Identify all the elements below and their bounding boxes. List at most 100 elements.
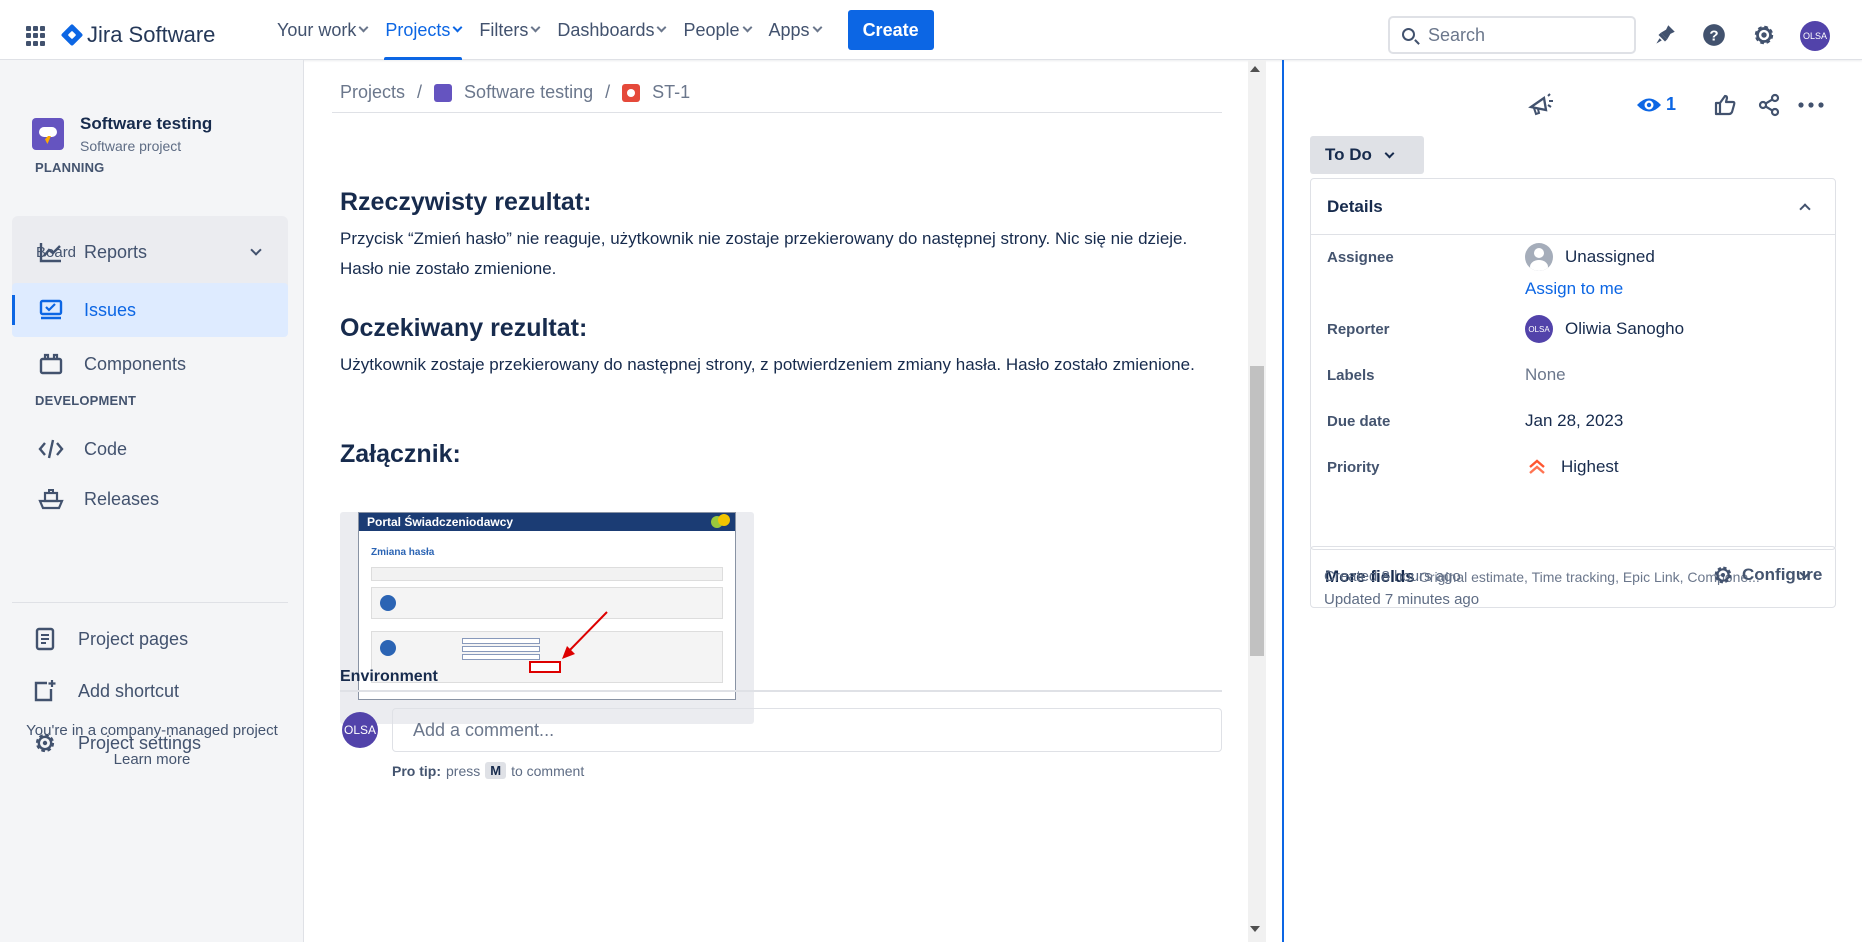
screenshot-tabs — [371, 567, 723, 581]
configure-button[interactable]: Configure — [1712, 564, 1822, 586]
sidebar-item-issues[interactable]: Issues — [12, 283, 288, 337]
attachment-heading: Załącznik: — [340, 440, 461, 468]
labels-field[interactable]: None — [1525, 365, 1566, 385]
scrollbar-thumb[interactable] — [1250, 366, 1264, 656]
screenshot-change-password-button — [529, 661, 561, 673]
sidebar-item-label: Components — [84, 353, 187, 374]
scroll-up-arrow-icon[interactable] — [1250, 66, 1260, 72]
divider — [332, 112, 1222, 113]
divider — [340, 690, 1222, 692]
company-managed-note: You're in a company-managed project — [26, 722, 278, 739]
nav-label: Dashboards — [557, 19, 655, 40]
search-icon — [1402, 28, 1415, 41]
sidebar-item-reports[interactable]: Reports — [12, 225, 288, 279]
assignee-field[interactable]: Unassigned — [1525, 243, 1655, 271]
screenshot-panel — [371, 587, 723, 619]
notifications-icon[interactable] — [1652, 22, 1678, 48]
settings-icon[interactable] — [1751, 22, 1777, 48]
sidebar-item-project-pages[interactable]: Project pages — [12, 612, 288, 666]
expected-result-heading: Oczekiwany rezultat: — [340, 314, 588, 342]
sidebar-divider — [12, 602, 288, 603]
nav-label: Your work — [277, 19, 357, 40]
issues-icon — [38, 297, 64, 323]
attachment-thumbnail[interactable]: Portal Świadczeniodawcy Zmiana hasła — [340, 512, 754, 724]
watch-eye-icon[interactable] — [1634, 90, 1664, 120]
breadcrumb-separator: / — [605, 82, 611, 102]
megaphone-icon[interactable] — [1526, 90, 1556, 120]
screenshot-user-icon — [380, 595, 396, 611]
configure-label: Configure — [1742, 565, 1823, 584]
breadcrumb: Projects / Software testing / ST-1 — [340, 82, 690, 103]
nav-filters[interactable]: Filters — [470, 0, 548, 60]
comment-avatar: OLSA — [342, 712, 378, 748]
learn-more-link[interactable]: Learn more — [0, 751, 304, 768]
code-icon — [38, 436, 64, 462]
chevron-down-icon — [657, 22, 667, 33]
sidebar-item-code[interactable]: Code — [12, 422, 288, 476]
issue-content: Projects / Software testing / ST-1 Rzecz… — [304, 60, 1266, 942]
nav-menu: Your work Projects Filters Dashboards Pe… — [268, 0, 934, 60]
sidebar-item-label: Releases — [84, 488, 160, 509]
sidebar-item-components[interactable]: Components — [12, 337, 288, 391]
expected-result-text: Użytkownik zostaje przekierowany do nast… — [340, 355, 1195, 374]
project-name: Software testing — [80, 114, 213, 133]
created-timestamp: Created 8 hours ago — [1324, 568, 1461, 585]
chevron-up-icon[interactable] — [1799, 203, 1811, 215]
jira-logo[interactable]: Jira Software — [60, 22, 215, 48]
chevron-down-icon — [452, 22, 463, 33]
breadcrumb-separator: / — [417, 82, 423, 102]
priority-highest-icon — [1525, 455, 1549, 479]
top-navigation: Jira Software Your work Projects Filters… — [0, 0, 1862, 60]
reporter-avatar: OLSA — [1525, 315, 1553, 343]
status-dropdown[interactable]: To Do — [1310, 136, 1424, 174]
unassigned-avatar-icon — [1525, 243, 1553, 271]
priority-field[interactable]: Highest — [1525, 455, 1619, 479]
app-switcher-icon[interactable] — [26, 26, 46, 46]
issue-details-panel: 1 To Do Details Assignee Unassigned Assi… — [1284, 60, 1862, 942]
share-icon[interactable] — [1754, 90, 1784, 120]
assign-to-me-link[interactable]: Assign to me — [1525, 279, 1623, 299]
like-icon[interactable] — [1710, 90, 1740, 120]
screenshot-header-text: Portal Świadczeniodawcy — [367, 515, 514, 529]
red-arrow-icon — [562, 611, 608, 659]
breadcrumb-projects[interactable]: Projects — [340, 82, 405, 103]
nav-dashboards[interactable]: Dashboards — [548, 0, 674, 60]
search-input[interactable]: Search — [1388, 16, 1636, 54]
actual-result-heading: Rzeczywisty rezultat: — [340, 188, 592, 216]
more-actions-icon[interactable] — [1796, 90, 1826, 120]
sidebar-item-label: Project pages — [78, 628, 189, 649]
reports-icon — [38, 239, 64, 265]
breadcrumb-project[interactable]: Software testing — [464, 82, 593, 103]
details-title: Details — [1327, 197, 1383, 216]
user-avatar[interactable]: OLSA — [1800, 21, 1830, 51]
nav-your-work[interactable]: Your work — [268, 0, 376, 60]
sidebar-item-releases[interactable]: Releases — [12, 472, 288, 526]
sidebar-item-add-shortcut[interactable]: Add shortcut — [12, 664, 288, 718]
nav-people[interactable]: People — [674, 0, 759, 60]
project-avatar-icon — [434, 83, 453, 102]
shortcut-key: M — [485, 762, 507, 779]
help-icon[interactable]: ? — [1701, 22, 1727, 48]
add-shortcut-icon — [32, 678, 58, 704]
project-type: Software project — [80, 138, 182, 154]
assignee-label: Assignee — [1327, 249, 1394, 266]
scroll-down-arrow-icon[interactable] — [1250, 926, 1260, 932]
search-placeholder: Search — [1428, 24, 1486, 45]
details-header[interactable]: Details — [1311, 179, 1835, 235]
portal-logo-icon — [711, 514, 730, 528]
due-date-label: Due date — [1327, 413, 1391, 430]
create-button[interactable]: Create — [847, 10, 934, 50]
nav-apps[interactable]: Apps — [760, 0, 830, 60]
comment-input[interactable]: Add a comment... — [392, 708, 1222, 752]
project-header[interactable]: Software testing Software project — [32, 114, 212, 154]
nav-projects[interactable]: Projects — [376, 0, 470, 60]
pro-tip-rest: to comment — [511, 762, 585, 779]
screenshot-title: Zmiana hasła — [371, 547, 435, 558]
breadcrumb-issue-key[interactable]: ST-1 — [652, 82, 690, 103]
sidebar-item-label: Code — [84, 438, 128, 459]
components-icon — [38, 351, 64, 377]
reporter-field[interactable]: OLSA Oliwia Sanogho — [1525, 315, 1684, 343]
due-date-field[interactable]: Jan 28, 2023 — [1525, 411, 1623, 431]
labels-label: Labels — [1327, 367, 1375, 384]
watchers-count[interactable]: 1 — [1666, 94, 1676, 115]
